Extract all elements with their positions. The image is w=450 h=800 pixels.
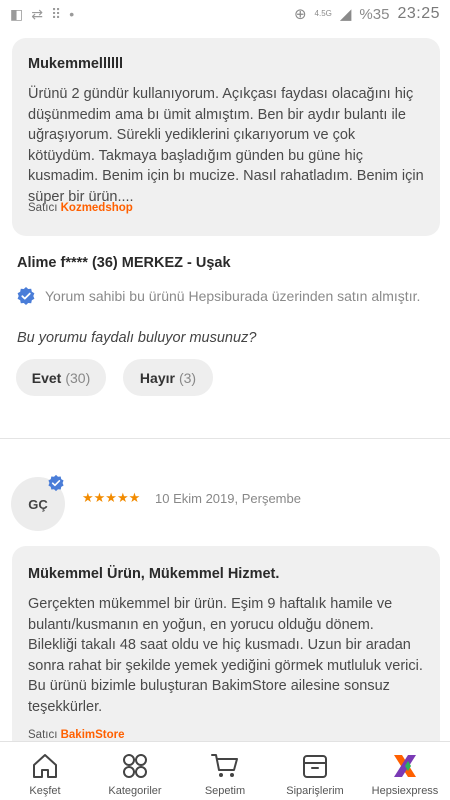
signal-icon: ◢ [339,6,352,23]
nav-label: Hepsiexpress [371,785,439,797]
nav-item-siparislerim[interactable]: Siparişlerim [270,742,360,800]
home-icon [33,754,57,778]
helpful-no-button[interactable]: Hayır (3) [123,359,213,396]
data-saver-icon: ⊕ [293,6,307,23]
nav-item-kesfet[interactable]: Keşfet [0,742,90,800]
verified-purchase: Yorum sahibi bu ürünü Hepsiburada üzerin… [16,286,420,306]
review-date: 10 Ekim 2019, Perşembe [155,491,301,506]
seller-info: Satıcı Kozmedshop [28,202,133,214]
battery-level: %35 [359,5,390,23]
nav-label: Keşfet [29,785,61,797]
yes-count: (30) [65,369,91,386]
nav-item-hepsiexpress[interactable]: Hepsiexpress [360,742,450,800]
seller-info: Satıcı BakimStore [28,729,125,741]
yes-label: Evet [31,369,62,386]
seller-label: Satıcı [28,729,58,741]
review-text: Gerçekten mükemmel bir ürün. Eşim 9 haft… [28,596,423,715]
no-count: (3) [178,369,197,386]
verified-badge-icon [48,474,64,492]
nav-item-sepetim[interactable]: Sepetim [180,742,270,800]
no-label: Hayır [139,369,175,386]
sync-icon: ⇄ [31,5,43,22]
review-divider [0,438,450,439]
bottom-navigation: Keşfet Kategoriler Sepetim Siparişlerim [0,741,450,800]
review-card: Mükemmel Ürün, Mükemmel Hizmet. Gerçekte… [12,546,440,756]
seller-label: Satıcı [28,202,58,214]
star-rating: ★★★★★ [82,490,141,505]
nav-label: Siparişlerim [286,785,344,797]
cart-icon [211,754,238,777]
nav-label: Sepetim [204,785,246,797]
verified-badge-icon [17,287,35,305]
helpful-question: Bu yorumu faydalı buluyor musunuz? [17,330,257,346]
review-text: Ürünü 2 gündür kullanıyorum. Açıkçası fa… [28,86,424,205]
clock: 23:25 [397,5,440,22]
seller-link[interactable]: Kozmedshop [61,202,133,214]
review-title: Mukemmellllll [28,56,124,72]
nav-item-kategoriler[interactable]: Kategoriler [90,742,180,800]
system-icons: ⊕ 4.5G ◢ %35 23:25 [294,5,440,23]
notification-icons: ◧ ⇄ ⠿ • [10,6,74,23]
hepsiexpress-logo-icon [394,755,416,777]
box-icon [303,755,327,778]
review-card: Mukemmellllll Ürünü 2 gündür kullanıyoru… [12,38,440,236]
status-bar: ◧ ⇄ ⠿ • ⊕ 4.5G ◢ %35 23:25 [0,0,450,28]
verified-text: Yorum sahibi bu ürünü Hepsiburada üzerin… [45,288,421,304]
nav-label: Kategoriler [108,785,162,797]
seller-link[interactable]: BakimStore [61,729,125,741]
network-type: 4.5G [314,9,332,18]
reviewer-name: Alime f**** (36) MERKEZ - Uşak [17,255,231,271]
grid-icon [123,754,147,778]
avatar-initials: GÇ [28,496,48,512]
more-dots-icon: • [69,6,75,22]
footsteps-icon: ⠿ [50,5,62,22]
notification-icon: ◧ [10,5,24,22]
helpful-yes-button[interactable]: Evet (30) [16,359,106,396]
review-title: Mükemmel Ürün, Mükemmel Hizmet. [28,566,280,582]
